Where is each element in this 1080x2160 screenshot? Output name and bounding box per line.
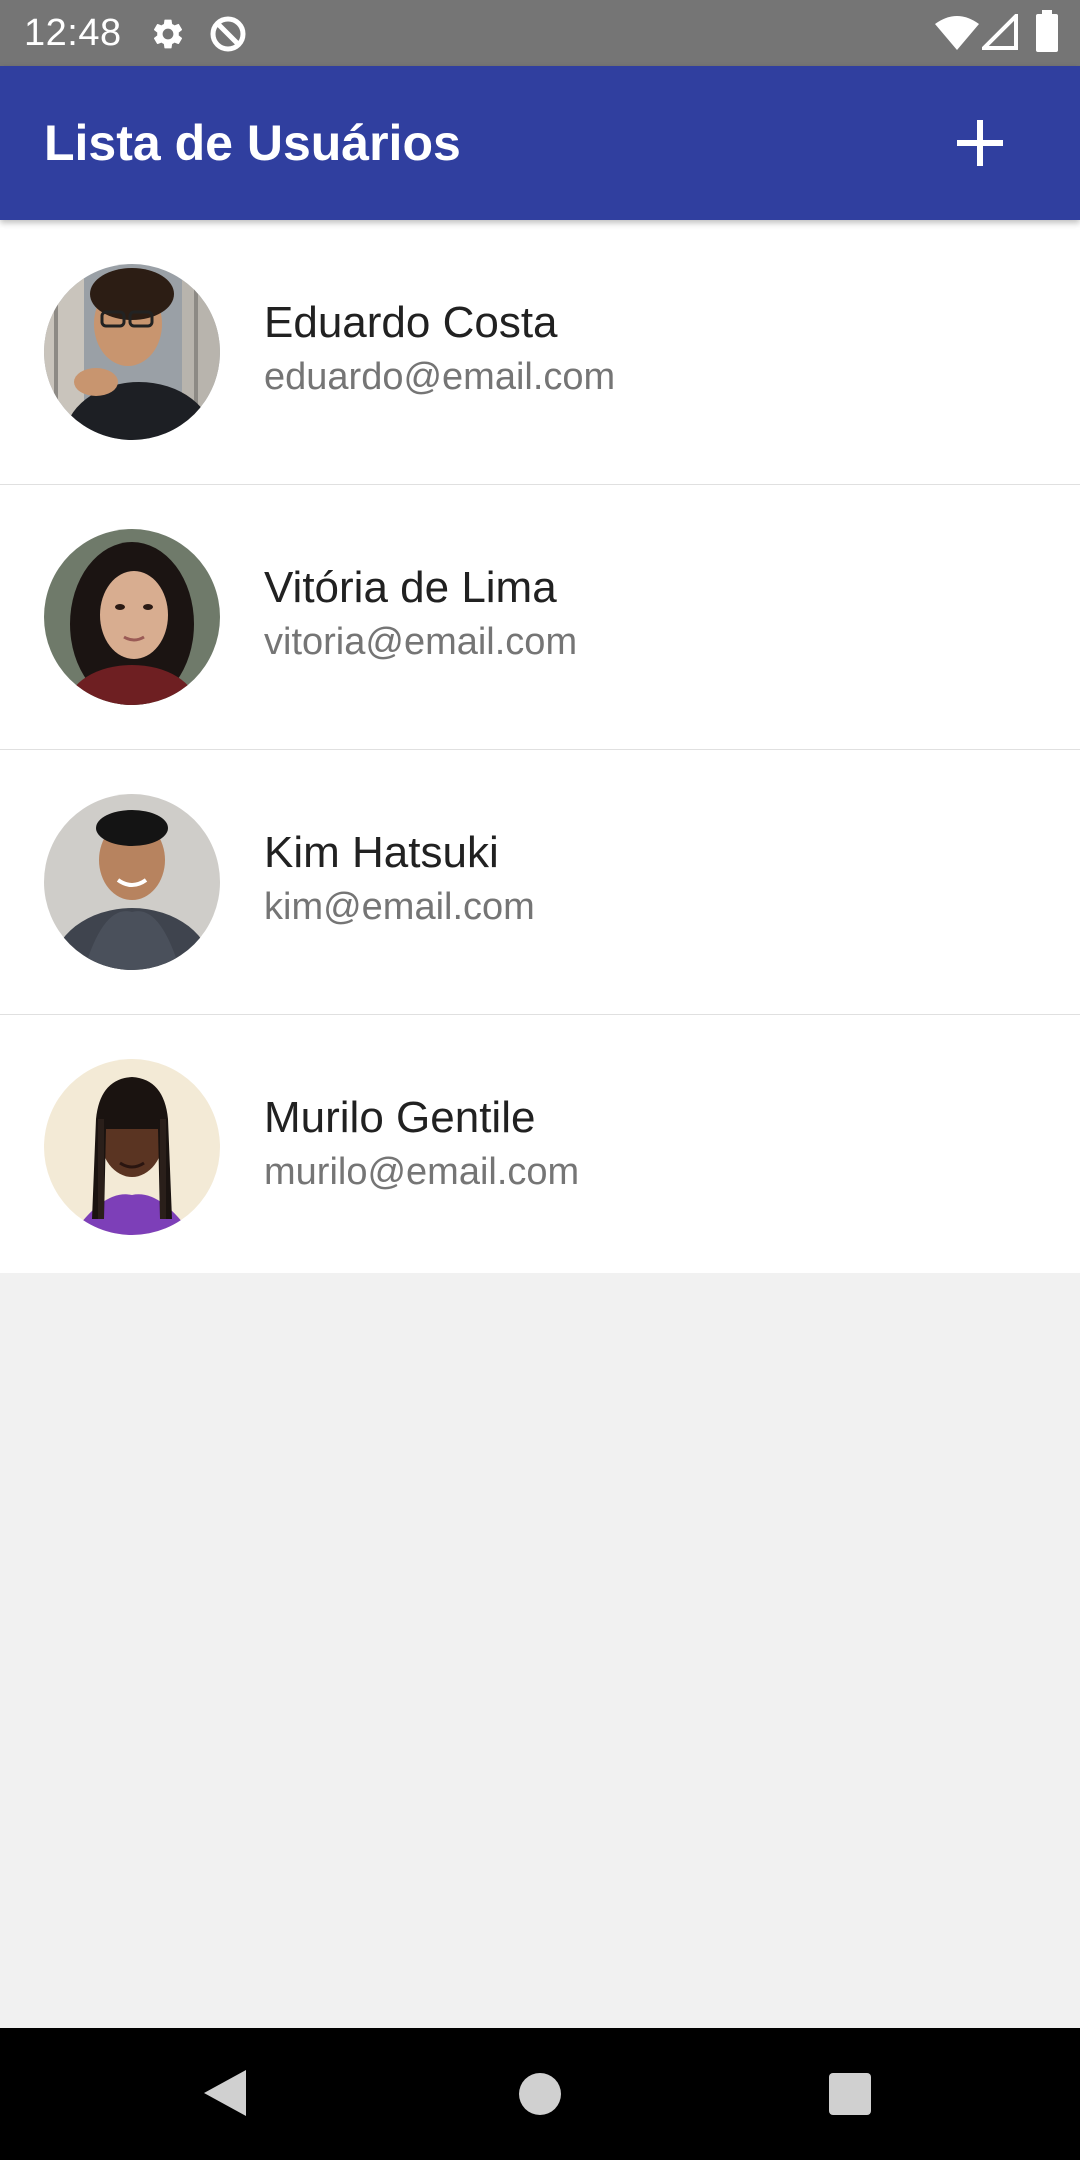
user-email: murilo@email.com xyxy=(264,1151,580,1193)
avatar xyxy=(44,529,220,705)
avatar xyxy=(44,794,220,970)
user-name: Vitória de Lima xyxy=(264,563,557,612)
list-item[interactable]: Eduardo Costa eduardo@email.com xyxy=(0,220,1080,485)
user-email: kim@email.com xyxy=(264,886,535,928)
status-bar: 12:48 xyxy=(0,0,1080,66)
list-item[interactable]: Murilo Gentile murilo@email.com xyxy=(0,1015,1080,1273)
recents-icon[interactable] xyxy=(829,2073,871,2120)
avatar xyxy=(44,1059,220,1235)
wifi-icon xyxy=(934,14,980,57)
gear-icon xyxy=(150,16,186,57)
user-name: Murilo Gentile xyxy=(264,1093,536,1142)
user-name: Kim Hatsuki xyxy=(264,828,499,877)
user-email: eduardo@email.com xyxy=(264,356,616,398)
navigation-bar xyxy=(0,2028,1080,2160)
home-icon[interactable] xyxy=(518,2072,562,2121)
user-name: Eduardo Costa xyxy=(264,298,558,347)
battery-icon xyxy=(1036,10,1058,57)
back-icon[interactable] xyxy=(204,2070,246,2121)
status-time: 12:48 xyxy=(24,12,122,54)
list-item[interactable]: Vitória de Lima vitoria@email.com xyxy=(0,485,1080,750)
add-user-button[interactable] xyxy=(940,103,1020,183)
avatar xyxy=(44,264,220,440)
user-list: Eduardo Costa eduardo@email.com Vitória … xyxy=(0,220,1080,1273)
user-email: vitoria@email.com xyxy=(264,621,578,663)
signal-icon xyxy=(979,11,1018,55)
list-item[interactable]: Kim Hatsuki kim@email.com xyxy=(0,750,1080,1015)
plus-icon xyxy=(957,120,1003,166)
page-title: Lista de Usuários xyxy=(44,115,461,171)
data-saver-icon xyxy=(208,14,248,59)
app-bar: Lista de Usuários xyxy=(0,66,1080,220)
